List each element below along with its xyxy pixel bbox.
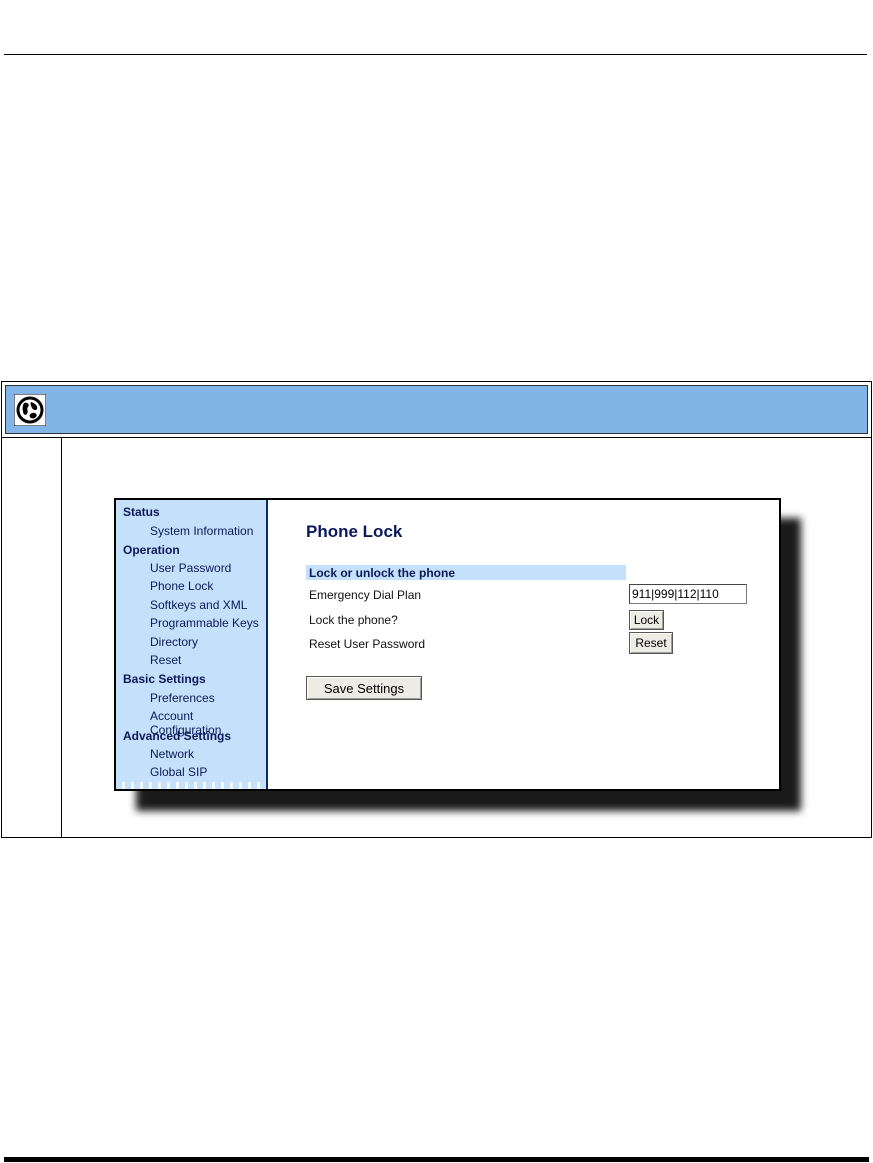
web-ui-screenshot: Status System Information Operation User… xyxy=(114,498,781,791)
nav-item-programmable-keys[interactable]: Programmable Keys xyxy=(150,616,259,630)
nav-group-status[interactable]: Status xyxy=(123,505,160,519)
web-globe-icon xyxy=(14,394,46,426)
save-settings-button[interactable]: Save Settings xyxy=(306,676,422,700)
section-title: Lock or unlock the phone xyxy=(309,566,456,580)
nav-cutoff-fade xyxy=(116,782,266,789)
emergency-dial-plan-label: Emergency Dial Plan xyxy=(309,588,422,602)
emergency-dial-plan-input[interactable] xyxy=(629,584,747,604)
procedure-header xyxy=(2,382,871,438)
lock-button[interactable]: Lock xyxy=(629,610,664,630)
nav-item-system-information[interactable]: System Information xyxy=(150,524,253,538)
nav-item-reset[interactable]: Reset xyxy=(150,653,181,667)
reset-user-password-label: Reset User Password xyxy=(309,637,426,651)
nav-item-softkeys-and-xml[interactable]: Softkeys and XML xyxy=(150,598,247,612)
page-title: Phone Lock xyxy=(306,522,403,541)
procedure-header-band xyxy=(5,385,868,434)
nav-item-global-sip[interactable]: Global SIP xyxy=(150,765,207,779)
nav-group-advanced-settings[interactable]: Advanced Settings xyxy=(123,729,231,743)
nav-item-phone-lock[interactable]: Phone Lock xyxy=(150,579,213,593)
reset-button[interactable]: Reset xyxy=(629,632,673,654)
footer-rule xyxy=(4,1157,869,1162)
nav-item-user-password[interactable]: User Password xyxy=(150,561,231,575)
nav-item-directory[interactable]: Directory xyxy=(150,635,198,649)
nav-item-network[interactable]: Network xyxy=(150,747,194,761)
lock-phone-label: Lock the phone? xyxy=(309,613,398,627)
step-column-divider xyxy=(61,438,62,837)
nav-item-preferences[interactable]: Preferences xyxy=(150,691,215,705)
header-rule xyxy=(4,54,867,55)
nav-group-basic-settings[interactable]: Basic Settings xyxy=(123,672,206,686)
nav-group-operation[interactable]: Operation xyxy=(123,543,180,557)
sidebar-nav: Status System Information Operation User… xyxy=(116,500,268,789)
